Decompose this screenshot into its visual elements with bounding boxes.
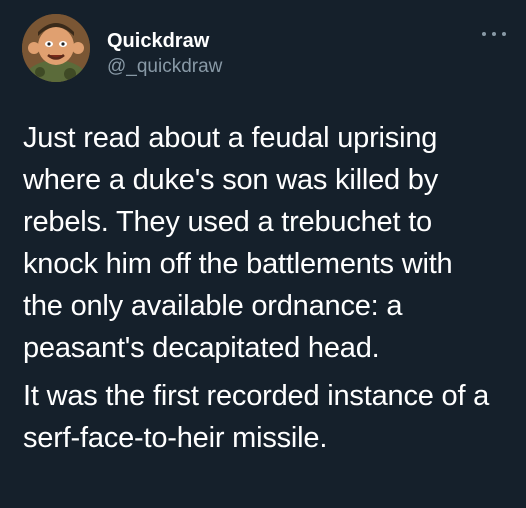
more-dot: [492, 32, 496, 36]
user-names: Quickdraw @_quickdraw: [107, 30, 222, 78]
tweet-card: Quickdraw @_quickdraw Just read about a …: [0, 0, 526, 508]
tweet-paragraph: Just read about a feudal uprising where …: [23, 122, 453, 364]
tweet-text: Just read about a feudal uprising where …: [23, 117, 513, 459]
user-handle[interactable]: @_quickdraw: [107, 56, 222, 78]
avatar[interactable]: [22, 14, 90, 82]
cartoon-soldier-avatar-icon: [22, 14, 90, 82]
more-dot: [482, 32, 486, 36]
tweet-header: Quickdraw @_quickdraw: [22, 14, 526, 90]
more-horizontal-icon[interactable]: [482, 30, 506, 38]
more-dot: [502, 32, 506, 36]
display-name[interactable]: Quickdraw: [107, 30, 222, 52]
tweet-paragraph: It was the first recorded instance of a …: [23, 380, 490, 454]
